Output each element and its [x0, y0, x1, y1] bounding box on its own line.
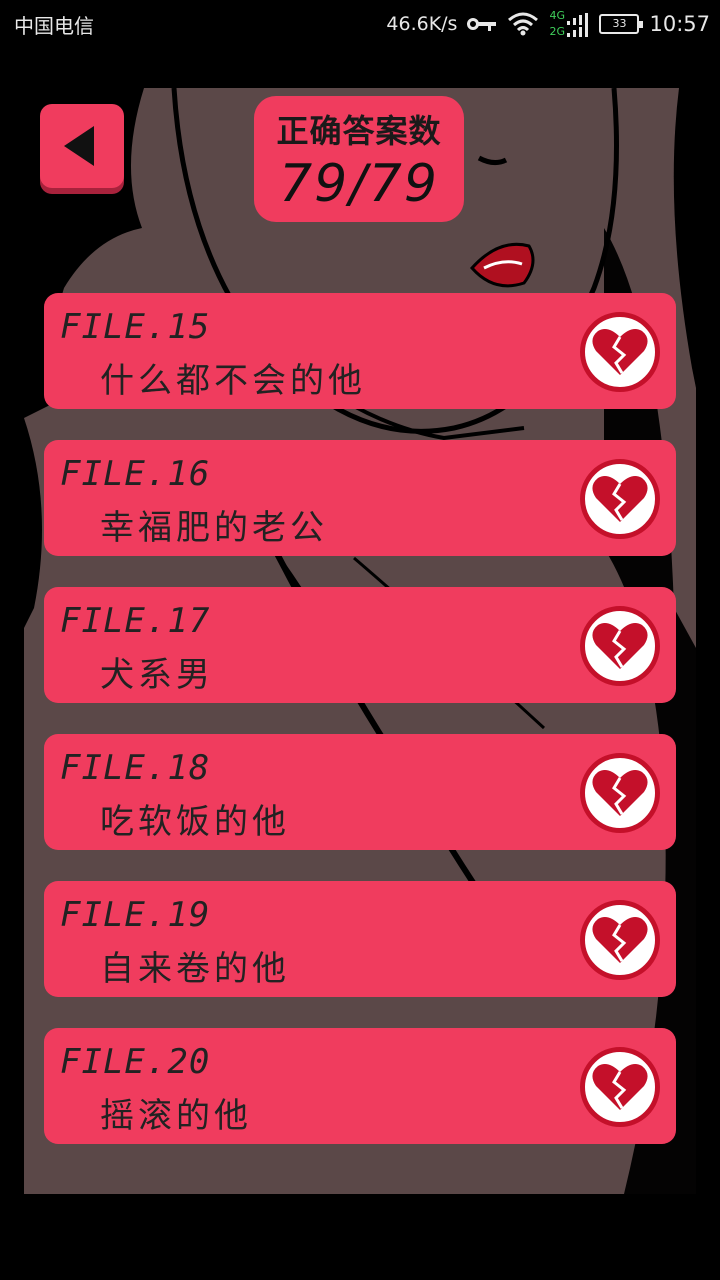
- network-speed: 46.6K/s: [386, 13, 458, 35]
- battery-level: 33: [612, 17, 627, 30]
- vpn-key-icon: [467, 16, 497, 32]
- file-item-18[interactable]: FILE.18 吃软饭的他: [44, 734, 676, 850]
- broken-heart-icon: [580, 312, 660, 392]
- battery-icon: 33: [599, 14, 644, 34]
- broken-heart-icon: [580, 753, 660, 833]
- status-icons: 46.6K/s 4G 2G 33 10:57: [386, 9, 710, 39]
- file-title: 什么都不会的他: [100, 361, 366, 401]
- file-item-16[interactable]: FILE.16 幸福肥的老公: [44, 440, 676, 556]
- file-number: FILE.16: [60, 454, 211, 494]
- cellular-signal-icon: 4G 2G: [549, 9, 589, 39]
- network-type-primary: 4G: [549, 9, 565, 22]
- file-item-15[interactable]: FILE.15 什么都不会的他: [44, 293, 676, 409]
- back-button[interactable]: [40, 104, 124, 188]
- broken-heart-icon: [580, 459, 660, 539]
- file-number: FILE.20: [60, 1042, 211, 1082]
- file-number: FILE.19: [60, 895, 211, 935]
- file-list: FILE.15 什么都不会的他 FILE.16 幸福肥的老公 FILE.17 犬…: [44, 293, 676, 1175]
- file-title: 幸福肥的老公: [100, 508, 328, 548]
- network-type-secondary: 2G: [549, 25, 565, 38]
- back-arrow-icon: [64, 126, 94, 166]
- file-number: FILE.18: [60, 748, 211, 788]
- file-title: 摇滚的他: [100, 1096, 252, 1136]
- file-item-19[interactable]: FILE.19 自来卷的他: [44, 881, 676, 997]
- file-item-17[interactable]: FILE.17 犬系男: [44, 587, 676, 703]
- file-title: 吃软饭的他: [100, 802, 290, 842]
- file-number: FILE.17: [60, 601, 211, 641]
- status-bar: 中国电信 46.6K/s 4G 2G 33 10:57: [0, 0, 720, 46]
- file-title: 自来卷的他: [100, 949, 290, 989]
- wifi-icon: [508, 12, 539, 36]
- broken-heart-icon: [580, 606, 660, 686]
- file-item-20[interactable]: FILE.20 摇滚的他: [44, 1028, 676, 1144]
- score-value: 79/79: [279, 154, 439, 214]
- score-panel: 正确答案数 79/79: [254, 96, 464, 222]
- carrier-label: 中国电信: [14, 14, 94, 38]
- score-title: 正确答案数: [276, 112, 442, 150]
- file-number: FILE.15: [60, 307, 211, 347]
- broken-heart-icon: [580, 1047, 660, 1127]
- file-title: 犬系男: [100, 655, 214, 695]
- clock: 10:57: [649, 12, 710, 36]
- broken-heart-icon: [580, 900, 660, 980]
